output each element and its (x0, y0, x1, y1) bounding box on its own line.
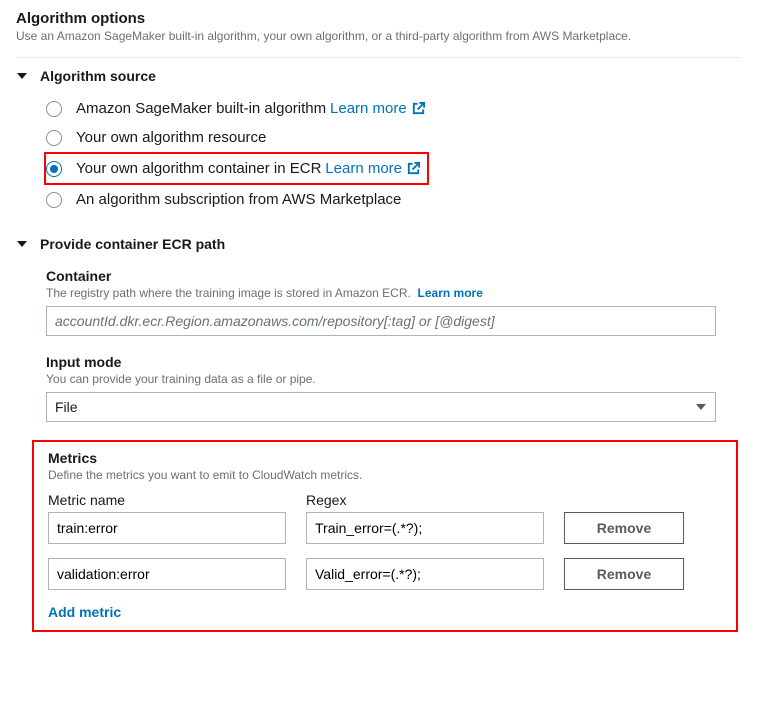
external-link-icon (411, 101, 426, 116)
radio-own-resource: Your own algorithm resource (46, 123, 742, 152)
remove-button[interactable]: Remove (564, 512, 684, 544)
radio-input[interactable] (46, 192, 62, 208)
radio-builtin: Amazon SageMaker built-in algorithm Lear… (46, 94, 742, 123)
radio-marketplace: An algorithm subscription from AWS Marke… (46, 185, 742, 214)
metric-regex-input[interactable] (306, 512, 544, 544)
algorithm-source-header[interactable]: Algorithm source (16, 68, 742, 94)
input-mode-select[interactable]: File (46, 392, 716, 422)
container-desc: The registry path where the training ima… (46, 286, 411, 300)
algorithm-source-radio-group: Amazon SageMaker built-in algorithm Lear… (16, 94, 742, 214)
metric-name-input[interactable] (48, 558, 286, 590)
caret-down-icon (16, 70, 28, 82)
metrics-desc: Define the metrics you want to emit to C… (48, 468, 722, 482)
radio-input[interactable] (46, 161, 62, 177)
input-mode-value: File (55, 399, 78, 415)
metrics-label: Metrics (48, 450, 722, 466)
radio-own-ecr: Your own algorithm container in ECR Lear… (46, 157, 421, 180)
radio-label: Amazon SageMaker built-in algorithm (76, 100, 326, 117)
input-mode-label: Input mode (46, 354, 742, 370)
container-path-input[interactable] (46, 306, 716, 336)
learn-more-link[interactable]: Learn more (418, 286, 483, 300)
highlight-selected: Your own algorithm container in ECR Lear… (44, 152, 429, 185)
page-subtitle: Use an Amazon SageMaker built-in algorit… (16, 29, 742, 43)
metric-name-input[interactable] (48, 512, 286, 544)
metric-name-header: Metric name (48, 492, 286, 508)
page-title: Algorithm options (16, 10, 742, 27)
add-metric-link[interactable]: Add metric (48, 604, 722, 620)
radio-input[interactable] (46, 130, 62, 146)
container-label: Container (46, 268, 742, 284)
metric-regex-input[interactable] (306, 558, 544, 590)
learn-more-link[interactable]: Learn more (330, 100, 426, 117)
chevron-down-icon (695, 401, 707, 413)
ecr-path-header[interactable]: Provide container ECR path (16, 236, 742, 262)
metrics-section: Metrics Define the metrics you want to e… (32, 440, 738, 632)
learn-more-link[interactable]: Learn more (325, 160, 421, 177)
radio-label: Your own algorithm container in ECR (76, 160, 321, 177)
radio-input[interactable] (46, 101, 62, 117)
caret-down-icon (16, 238, 28, 250)
radio-label: Your own algorithm resource (76, 129, 266, 146)
regex-header: Regex (306, 492, 544, 508)
external-link-icon (406, 161, 421, 176)
ecr-path-title: Provide container ECR path (40, 236, 225, 252)
remove-button[interactable]: Remove (564, 558, 684, 590)
algorithm-source-title: Algorithm source (40, 68, 156, 84)
input-mode-desc: You can provide your training data as a … (46, 372, 742, 386)
radio-label: An algorithm subscription from AWS Marke… (76, 191, 401, 208)
